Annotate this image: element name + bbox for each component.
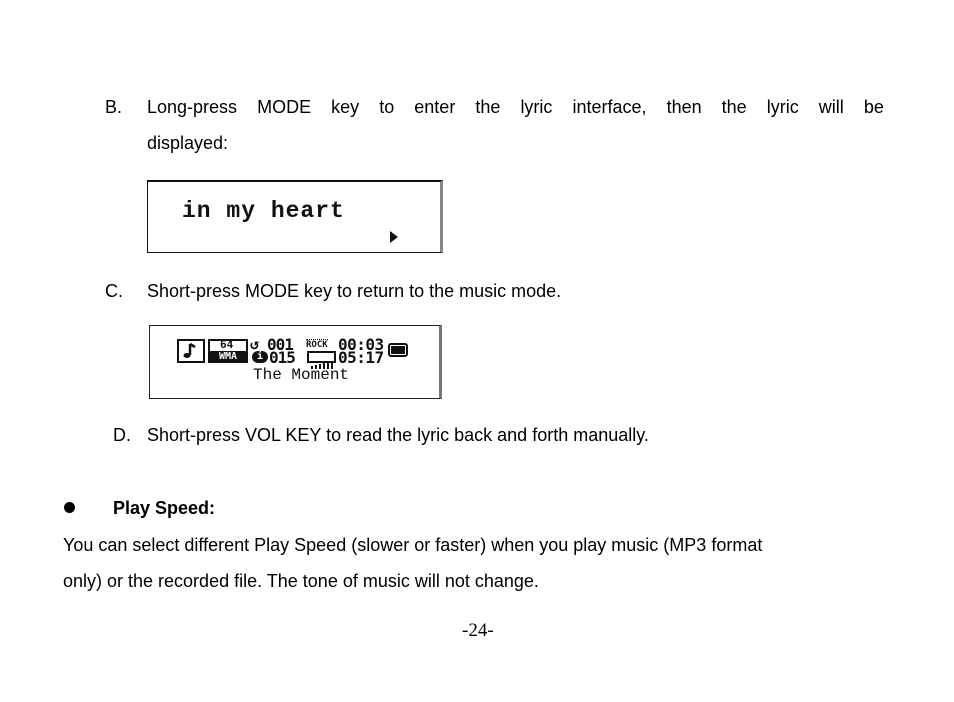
music-screen-image: 64 WMA ↺ i 001 015 ROCK 00:03 05:17 The … — [149, 325, 442, 399]
item-b-line1: Long-press MODE key to enter the lyric interfac… — [147, 97, 884, 118]
item-b-word: MODE — [257, 97, 312, 117]
lyric-screen-image: in my heart — [147, 180, 443, 253]
equalizer-bars-icon — [307, 351, 336, 369]
item-c-marker: C. — [105, 281, 123, 301]
item-b-line2: displayed: — [147, 133, 229, 153]
item-b-word: interface, — [572, 97, 647, 117]
item-b-marker: B. — [105, 97, 123, 117]
item-c-text: Short-press MODE key to return to the mu… — [147, 281, 562, 301]
item-b-word: the — [721, 97, 747, 117]
music-note-icon — [177, 339, 205, 363]
item-d-marker: D. — [113, 425, 131, 445]
item-b-word: key — [331, 97, 360, 117]
item-b-word: Long-press — [147, 97, 238, 117]
bitrate-box: 64 — [208, 338, 248, 351]
info-icon: i — [252, 351, 268, 363]
section-body-line2: only) or the recorded file. The tone of … — [63, 571, 539, 591]
total-tracks: 015 — [269, 348, 296, 367]
format-label: WMA — [208, 351, 248, 363]
item-b-word: lyric — [766, 97, 799, 117]
item-b-word: then — [666, 97, 702, 117]
bullet-icon — [64, 502, 75, 513]
battery-icon — [388, 343, 408, 357]
item-b-word: be — [863, 97, 884, 117]
item-b-word: enter — [414, 97, 456, 117]
item-b-word: to — [379, 97, 395, 117]
item-b-word: lyric — [520, 97, 553, 117]
play-arrow-icon — [390, 231, 398, 243]
section-heading: Play Speed: — [113, 498, 216, 518]
lyric-text: in my heart — [182, 198, 345, 224]
item-b-word: will — [818, 97, 844, 117]
page-number: -24- — [462, 620, 494, 641]
section-body-line1: You can select different Play Speed (slo… — [63, 535, 763, 555]
item-b-word: the — [475, 97, 501, 117]
total-time: 05:17 — [338, 348, 384, 367]
song-title: The Moment — [253, 366, 350, 384]
item-d-text: Short-press VOL KEY to read the lyric ba… — [147, 425, 649, 445]
bitrate-value: 64 — [220, 338, 234, 351]
eq-mode: ROCK — [306, 339, 328, 350]
